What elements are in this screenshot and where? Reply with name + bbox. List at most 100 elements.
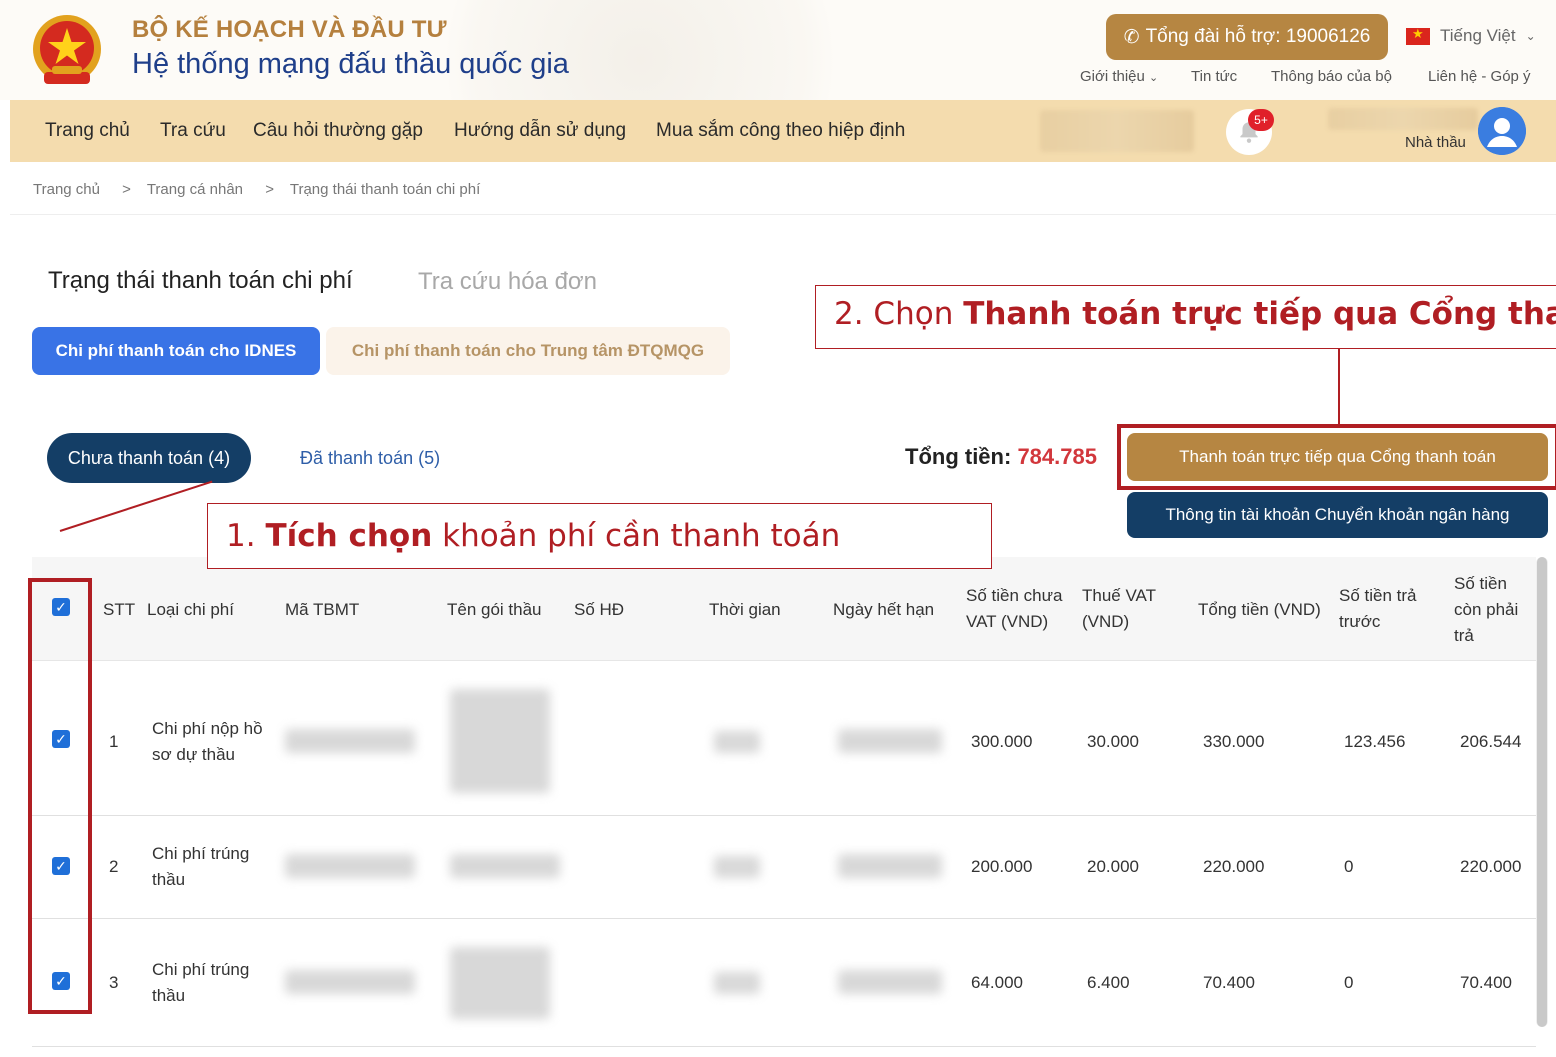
cell-fee-type: Chi phí trúng thầu (152, 844, 250, 889)
breadcrumb-home[interactable]: Trang chủ (33, 181, 100, 198)
vietnam-flag-icon (1406, 26, 1430, 45)
blurred-time (714, 972, 760, 994)
annotation-step-1: 1. Tích chọn khoản phí cần thanh toán (207, 503, 992, 569)
blurred-tbmt (285, 970, 415, 994)
hotline-label: Tổng đài hỗ trợ: 19006126 (1145, 26, 1371, 47)
cell-fee-type: Chi phí trúng thầu (152, 960, 250, 1005)
blurred-username (1328, 108, 1478, 130)
top-link-intro[interactable]: Giới thiệu ⌄ (1080, 68, 1158, 85)
header-remaining: Số tiền còn phải trả (1454, 574, 1519, 645)
header-divider (10, 214, 1556, 215)
nav-item-public-procurement[interactable]: Mua sắm công theo hiệp định (656, 120, 905, 142)
blurred-time (714, 731, 760, 753)
cell-prepaid: 123.456 (1344, 732, 1406, 751)
cell-prepaid: 0 (1344, 973, 1354, 992)
header-vat: Thuế VAT (VND) (1082, 586, 1157, 631)
blurred-search-area (1040, 110, 1194, 152)
table-row[interactable]: ✓ 1 Chi phí nộp hồ sơ dự thầu 300.000 30.… (32, 661, 1536, 816)
cell-prepaid: 0 (1344, 857, 1354, 876)
paid-filter-link[interactable]: Đã thanh toán (5) (300, 448, 440, 469)
total-label: Tổng tiền: (905, 444, 1012, 469)
total-amount: Tổng tiền: 784.785 (905, 444, 1097, 470)
annotation-step-1-connector (59, 480, 213, 532)
header-total: Tổng tiền (VND) (1198, 600, 1321, 619)
cell-stt: 3 (109, 973, 119, 992)
chevron-down-icon: ⌄ (1525, 29, 1536, 43)
cell-remaining: 206.544 (1460, 732, 1522, 751)
nav-item-search[interactable]: Tra cứu (160, 120, 226, 142)
unpaid-filter-pill[interactable]: Chưa thanh toán (4) (47, 433, 251, 483)
national-emblem-icon (33, 15, 101, 84)
header-package-name: Tên gói thầu (447, 600, 542, 619)
table-scrollbar-thumb[interactable] (1537, 557, 1547, 1027)
breadcrumb-separator: > (265, 181, 274, 198)
cell-stt: 2 (109, 857, 119, 876)
bank-transfer-info-button[interactable]: Thông tin tài khoản Chuyển khoản ngân hà… (1127, 492, 1548, 538)
center-cost-tab[interactable]: Chi phí thanh toán cho Trung tâm ĐTQMQG (326, 327, 730, 375)
chevron-down-icon: ⌄ (1149, 72, 1159, 84)
cell-fee-type: Chi phí nộp hồ sơ dự thầu (152, 719, 263, 764)
cell-total: 220.000 (1203, 857, 1265, 876)
main-nav: Trang chủ Tra cứu Câu hỏi thường gặp Hướ… (10, 100, 1556, 162)
cell-total: 330.000 (1203, 732, 1265, 751)
fees-table: ✓ STT Loại chi phí Mã TBMT Tên gói thầu … (32, 557, 1536, 1057)
cell-remaining: 70.400 (1460, 973, 1512, 992)
cell-vat: 6.400 (1087, 973, 1130, 992)
nav-item-faq[interactable]: Câu hỏi thường gặp (253, 120, 423, 142)
nav-item-guide[interactable]: Hướng dẫn sử dụng (454, 120, 626, 142)
user-avatar[interactable] (1478, 107, 1526, 155)
annotation-step-1-highlight (28, 578, 92, 1014)
header-contract-no: Số HĐ (574, 600, 625, 619)
language-selector[interactable]: Tiếng Việt ⌄ (1406, 26, 1536, 46)
breadcrumb-separator: > (122, 181, 131, 198)
blurred-time (714, 856, 760, 878)
top-link-ministry-notices[interactable]: Thông báo của bộ (1271, 68, 1392, 85)
header-pre-vat: Số tiền chưa VAT (VND) (966, 586, 1063, 631)
blurred-tbmt (285, 854, 415, 878)
table-row[interactable]: ✓ 3 Chi phí trúng thầu 64.000 6.400 70.40… (32, 919, 1536, 1047)
tab-invoice-lookup[interactable]: Tra cứu hóa đơn (418, 268, 597, 296)
annotation-step-2-highlight (1117, 424, 1556, 490)
idnes-cost-tab[interactable]: Chi phí thanh toán cho IDNES (32, 327, 320, 375)
site-name[interactable]: Hệ thống mạng đấu thầu quốc gia (132, 48, 569, 81)
blurred-package-name (450, 947, 550, 1019)
site-header: BỘ KẾ HOẠCH VÀ ĐẦU TƯ Hệ thống mạng đấu … (0, 0, 1556, 100)
blurred-expiry (838, 729, 942, 753)
cell-stt: 1 (109, 732, 119, 751)
notification-count-badge: 5+ (1248, 109, 1274, 131)
user-avatar-icon (1478, 107, 1526, 155)
header-stt: STT (103, 600, 136, 619)
cell-vat: 20.000 (1087, 857, 1139, 876)
cell-pre-vat: 200.000 (971, 857, 1033, 876)
breadcrumb-profile[interactable]: Trang cá nhân (147, 181, 243, 198)
blurred-tbmt (285, 729, 415, 753)
total-value: 784.785 (1017, 444, 1097, 469)
header-tbmt: Mã TBMT (285, 600, 360, 619)
nav-item-home[interactable]: Trang chủ (45, 120, 130, 142)
cell-pre-vat: 300.000 (971, 732, 1033, 751)
tab-payment-status[interactable]: Trạng thái thanh toán chi phí (48, 267, 353, 295)
org-name: BỘ KẾ HOẠCH VÀ ĐẦU TƯ (132, 16, 447, 43)
table-row[interactable]: ✓ 2 Chi phí trúng thầu 200.000 20.000 220… (32, 816, 1536, 919)
blurred-expiry (838, 970, 942, 994)
table-bottom-border (32, 1046, 1536, 1047)
header-prepaid: Số tiền trả trước (1339, 586, 1417, 631)
blurred-package-name (450, 689, 550, 793)
cell-pre-vat: 64.000 (971, 973, 1023, 992)
cell-total: 70.400 (1203, 973, 1255, 992)
user-role: Nhà thầu (1405, 134, 1466, 151)
cell-vat: 30.000 (1087, 732, 1139, 751)
breadcrumb-current: Trạng thái thanh toán chi phí (289, 181, 481, 198)
blurred-package-name (450, 854, 560, 878)
header-time: Thời gian (709, 600, 781, 619)
top-link-contact[interactable]: Liên hệ - Góp ý (1428, 68, 1531, 85)
cell-remaining: 220.000 (1460, 857, 1522, 876)
header-fee-type: Loại chi phí (147, 600, 234, 619)
hotline-button[interactable]: ✆ Tổng đài hỗ trợ: 19006126 (1106, 14, 1388, 60)
phone-icon: ✆ (1123, 26, 1140, 48)
language-label: Tiếng Việt (1440, 26, 1516, 45)
blurred-expiry (838, 854, 942, 878)
breadcrumb: Trang chủ > Trang cá nhân > Trạng thái t… (33, 181, 480, 198)
top-link-news[interactable]: Tin tức (1191, 68, 1237, 85)
header-expiry-date: Ngày hết hạn (833, 600, 935, 619)
